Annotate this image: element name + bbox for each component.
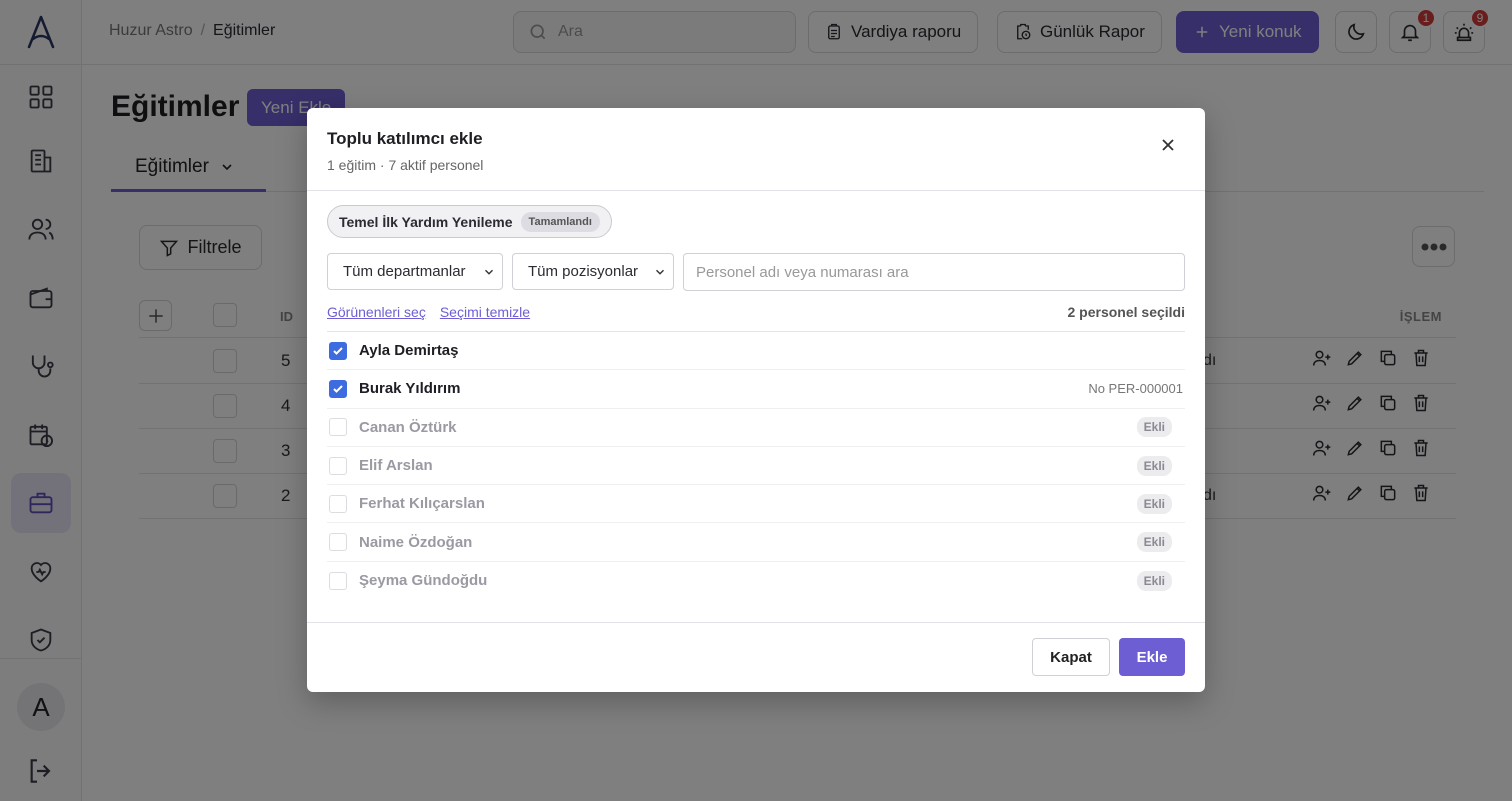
person-checkbox — [329, 456, 347, 475]
personnel-search-input[interactable]: Personel adı veya numarası ara — [683, 253, 1185, 291]
check-icon — [333, 385, 343, 393]
department-select-value: Tüm departmanlar — [343, 263, 466, 280]
personnel-list: Ayla Demirtaş Burak Yıldırım No PER-0000… — [327, 331, 1185, 600]
position-select[interactable]: Tüm pozisyonlar — [512, 253, 674, 290]
person-name: Naime Özdoğan — [359, 533, 473, 551]
person-checkbox — [329, 418, 347, 437]
dialog-subtitle: 1 eğitim · 7 aktif personel — [327, 157, 484, 173]
select-visible-link[interactable]: Görünenleri seç — [327, 304, 426, 320]
added-badge: Ekli — [1136, 493, 1172, 514]
selected-count: 2 personel seçildi — [1067, 304, 1186, 320]
added-badge: Ekli — [1136, 417, 1172, 438]
training-chip: Temel İlk Yardım Yenileme Tamamlandı — [327, 205, 612, 238]
check-icon — [333, 346, 343, 355]
person-checkbox[interactable] — [329, 379, 347, 398]
dialog-header: Toplu katılımcı ekle 1 eğitim · 7 aktif … — [307, 108, 1205, 191]
added-badge: Ekli — [1136, 532, 1172, 553]
person-name: Elif Arslan — [359, 457, 433, 475]
person-checkbox[interactable] — [329, 341, 347, 360]
close-icon[interactable] — [1158, 135, 1178, 155]
department-select[interactable]: Tüm departmanlar — [327, 253, 503, 290]
person-name: Canan Öztürk — [359, 418, 457, 436]
dialog-footer: Kapat Ekle — [307, 622, 1205, 692]
list-item[interactable]: Burak Yıldırım No PER-000001 — [327, 370, 1185, 409]
position-select-value: Tüm pozisyonlar — [528, 263, 639, 280]
person-number: No PER-000001 — [1088, 381, 1183, 397]
person-name: Ayla Demirtaş — [359, 342, 459, 360]
list-item: Canan Öztürk Ekli — [327, 409, 1185, 447]
list-item: Naime Özdoğan Ekli — [327, 523, 1185, 562]
list-item: Şeyma Gündoğdu Ekli — [327, 562, 1185, 600]
person-checkbox — [329, 571, 347, 590]
status-badge: Tamamlandı — [520, 211, 600, 232]
training-name: Temel İlk Yardım Yenileme — [339, 213, 513, 230]
person-name: Şeyma Gündoğdu — [359, 572, 488, 590]
added-badge: Ekli — [1136, 570, 1172, 591]
add-button[interactable]: Ekle — [1119, 638, 1185, 676]
chevron-down-icon — [485, 269, 493, 275]
bulk-add-participants-dialog: Toplu katılımcı ekle 1 eğitim · 7 aktif … — [307, 108, 1205, 692]
person-name: Ferhat Kılıçarslan — [359, 495, 485, 513]
list-item: Ferhat Kılıçarslan Ekli — [327, 485, 1185, 524]
selection-links: Görünenleri seç Seçimi temizle — [327, 304, 544, 320]
list-item[interactable]: Ayla Demirtaş — [327, 332, 1185, 371]
added-badge: Ekli — [1136, 455, 1172, 476]
chevron-down-icon — [656, 269, 664, 275]
personnel-search-placeholder: Personel adı veya numarası ara — [696, 263, 909, 281]
person-checkbox — [329, 533, 347, 552]
clear-selection-link[interactable]: Seçimi temizle — [440, 304, 530, 320]
list-item: Elif Arslan Ekli — [327, 447, 1185, 486]
dialog-title: Toplu katılımcı ekle — [327, 129, 483, 148]
close-button[interactable]: Kapat — [1032, 638, 1110, 676]
person-name: Burak Yıldırım — [359, 380, 461, 398]
person-checkbox — [329, 494, 347, 513]
